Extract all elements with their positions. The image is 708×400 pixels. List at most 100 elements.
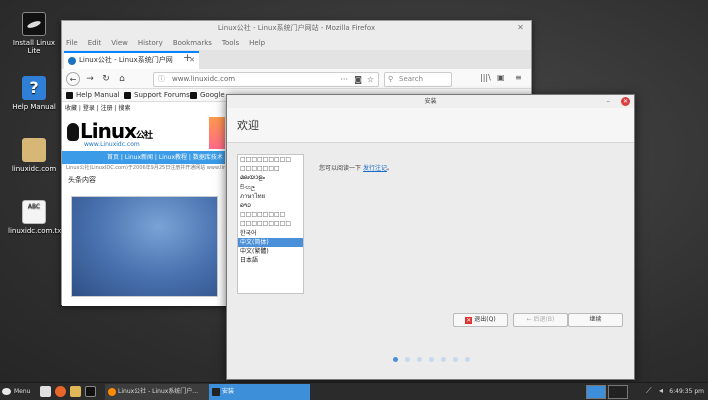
bookmark-help-manual[interactable]: Help Manual <box>66 89 120 102</box>
step-dot <box>453 357 458 362</box>
step-dot <box>417 357 422 362</box>
welcome-text: 您可以阅读一下 发行注记。 <box>319 163 393 172</box>
site-logo[interactable]: Linux公社 <box>80 119 153 143</box>
language-item[interactable]: 한국어 <box>238 229 303 238</box>
new-tab-icon[interactable]: + <box>183 51 192 64</box>
language-item[interactable]: ລາວ <box>238 201 303 210</box>
home-icon[interactable]: ⌂ <box>115 72 129 86</box>
language-item[interactable]: □□□□□□□□ <box>238 210 303 219</box>
language-item[interactable]: 中文(繁體) <box>238 247 303 256</box>
file-manager-icon[interactable] <box>70 386 81 397</box>
desktop: Install Linux Lite ? Help Manual linuxid… <box>0 0 708 382</box>
hamburger-menu-icon[interactable]: ≡ <box>515 73 522 82</box>
desktop-icon-install[interactable]: Install Linux Lite <box>8 12 60 55</box>
release-notes-link[interactable]: 发行注记 <box>363 165 387 172</box>
workspace-1[interactable] <box>586 385 606 399</box>
site-nav-bar[interactable]: 首页 | Linux新闻 | Linux教程 | 数据库技术 <box>62 151 225 164</box>
page-actions-icon[interactable]: ··· <box>340 73 348 86</box>
firefox-window-title: Linux公社 - Linux系统门户网站 - Mozilla Firefox <box>217 24 376 32</box>
start-menu-label: Menu <box>14 388 31 395</box>
menu-tools[interactable]: Tools <box>222 36 239 50</box>
language-list[interactable]: □□□□□□□□□ □□□□□□□ മലയാളം සිංහල ภาษาไทย ລ… <box>237 154 304 294</box>
quit-button[interactable]: ✕ 退出(Q) <box>453 313 508 327</box>
language-item[interactable]: 日本語 <box>238 256 303 265</box>
close-icon[interactable]: ✕ <box>621 97 630 106</box>
step-dot <box>441 357 446 362</box>
desktop-icon-help[interactable]: ? Help Manual <box>8 76 60 111</box>
desktop-icon-label: Install Linux Lite <box>12 39 56 55</box>
clock[interactable]: 6:49:35 pm <box>669 383 704 400</box>
library-icon[interactable]: |||\ <box>480 73 491 82</box>
workspace-2[interactable] <box>608 385 628 399</box>
site-logo-suffix: 公社 <box>135 131 153 141</box>
bookmark-google[interactable]: Google <box>190 89 225 102</box>
back-button[interactable]: ← 后退(B) <box>513 313 568 327</box>
reload-icon[interactable]: ↻ <box>99 72 113 86</box>
firefox-titlebar[interactable]: Linux公社 - Linux系统门户网站 - Mozilla Firefox … <box>62 21 531 36</box>
menu-file[interactable]: File <box>66 36 78 50</box>
step-indicator <box>393 357 470 362</box>
step-dot <box>393 357 398 362</box>
taskbar-item-installer[interactable]: 安装 <box>209 384 310 400</box>
back-arrow-icon[interactable]: ← <box>66 72 80 86</box>
tux-logo-icon <box>67 123 79 141</box>
language-item-selected[interactable]: 中文(简体) <box>238 237 303 247</box>
desktop-icon-label: linuxidc.com.txt <box>8 227 65 235</box>
desktop-icon-textfile[interactable]: ABC linuxidc.com.txt <box>8 200 65 235</box>
installer-heading: 欢迎 <box>227 108 634 143</box>
minimize-icon[interactable]: – <box>607 95 611 108</box>
language-item[interactable]: □□□□□□□ <box>238 164 303 173</box>
close-icon[interactable]: ✕ <box>516 24 525 33</box>
desktop-icon-label: Help Manual <box>12 103 56 111</box>
desktop-icon-folder[interactable]: linuxidc.com <box>8 138 60 173</box>
site-banner[interactable] <box>209 117 225 149</box>
installer-title: 安装 <box>424 98 437 105</box>
bookmark-star-icon[interactable]: ☆ <box>367 73 374 86</box>
menu-history[interactable]: History <box>138 36 163 50</box>
taskbar-item-firefox[interactable]: Linux公社 - Linux系统门户... <box>105 384 218 400</box>
language-item[interactable]: □□□□□□□□□ <box>238 155 303 164</box>
step-dot <box>405 357 410 362</box>
info-icon[interactable]: ⓘ <box>158 73 165 86</box>
firefox-menubar: File Edit View History Bookmarks Tools H… <box>62 36 531 50</box>
folder-icon <box>22 138 46 162</box>
language-item[interactable]: □□□□□□□□□ <box>238 219 303 228</box>
continue-button[interactable]: 继续 <box>568 313 623 327</box>
taskbar-item-label: Linux公社 - Linux系统门户... <box>118 388 199 395</box>
menu-bookmarks[interactable]: Bookmarks <box>173 36 212 50</box>
site-sub-text: Linux公社(LinuxIDC.com)于2006年9月25日注册并开通网站 … <box>66 165 225 171</box>
terminal-icon[interactable] <box>85 386 96 397</box>
text-file-icon: ABC <box>22 200 46 224</box>
firefox-launcher-icon[interactable] <box>55 386 66 397</box>
tab-linuxidc[interactable]: Linux公社 - Linux系统门户网 ✕ <box>64 51 199 69</box>
bookmark-support-forums[interactable]: Support Forums <box>124 89 190 102</box>
language-item[interactable]: ภาษาไทย <box>238 192 303 201</box>
headline-image[interactable] <box>71 196 218 297</box>
volume-icon[interactable]: ◂ <box>659 386 663 395</box>
taskbar: Menu Linux公社 - Linux系统门户... 安装 ⟋ ◂ 6:49:… <box>0 382 708 400</box>
language-item[interactable]: മലയാളം <box>238 173 303 182</box>
menu-help[interactable]: Help <box>249 36 265 50</box>
search-input[interactable]: ⚲ Search <box>384 72 452 87</box>
navigation-toolbar: ← → ↻ ⌂ ⓘ www.linuxidc.com ··· ◙ ☆ ⚲ Sea… <box>62 69 531 89</box>
sidebar-icon[interactable]: ▣ <box>497 73 505 82</box>
desktop-icon-label: linuxidc.com <box>11 165 57 173</box>
forward-arrow-icon[interactable]: → <box>83 72 97 86</box>
url-bar[interactable]: ⓘ www.linuxidc.com ··· ◙ ☆ <box>153 72 379 87</box>
show-desktop-icon[interactable] <box>40 386 51 397</box>
language-item[interactable]: සිංහල <box>238 183 303 192</box>
search-placeholder: Search <box>399 75 424 83</box>
step-dot <box>429 357 434 362</box>
menu-view[interactable]: View <box>111 36 128 50</box>
site-logo-text: Linux <box>80 119 137 143</box>
tab-strip: Linux公社 - Linux系统门户网 ✕ + <box>62 50 531 69</box>
installer-window: 安装 – ✕ 欢迎 □□□□□□□□□ □□□□□□□ മലയാളം සිංහල… <box>226 94 635 380</box>
pocket-icon[interactable]: ◙ <box>354 73 362 86</box>
menu-edit[interactable]: Edit <box>88 36 102 50</box>
step-dot <box>465 357 470 362</box>
welcome-prefix: 您可以阅读一下 <box>319 165 362 172</box>
installer-titlebar[interactable]: 安装 – ✕ <box>227 95 634 108</box>
search-icon: ⚲ <box>388 75 394 83</box>
network-icon[interactable]: ⟋ <box>646 386 652 396</box>
start-menu-button[interactable]: Menu <box>2 385 30 399</box>
